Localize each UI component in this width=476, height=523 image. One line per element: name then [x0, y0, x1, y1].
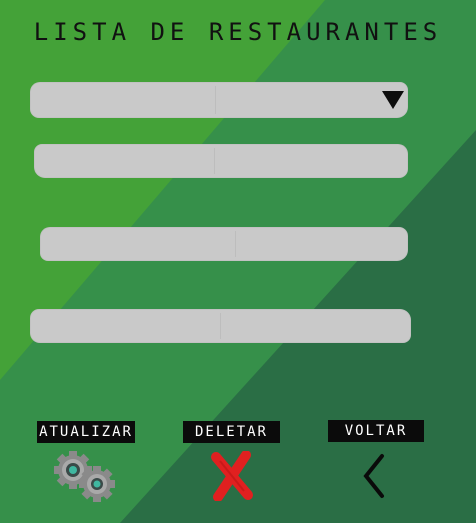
gears-icon[interactable]	[53, 451, 119, 507]
x-cross-icon[interactable]	[210, 450, 254, 505]
text-field-4[interactable]	[30, 309, 411, 343]
text-field-2[interactable]	[34, 144, 408, 178]
update-action[interactable]: ATUALIZAR	[37, 421, 135, 507]
delete-button[interactable]: DELETAR	[183, 421, 280, 443]
back-button[interactable]: VOLTAR	[328, 420, 424, 442]
text-input-4[interactable]	[40, 309, 381, 343]
restaurant-select[interactable]	[30, 82, 408, 118]
delete-action[interactable]: DELETAR	[183, 421, 280, 505]
update-button[interactable]: ATUALIZAR	[37, 421, 135, 443]
text-input-3[interactable]	[50, 227, 378, 261]
triangle-down-icon[interactable]	[382, 91, 404, 109]
page-title: LISTA DE RESTAURANTES	[33, 18, 443, 46]
text-input-2[interactable]	[44, 144, 378, 178]
text-field-3[interactable]	[40, 227, 408, 261]
chevron-left-icon[interactable]	[358, 452, 394, 504]
back-action[interactable]: VOLTAR	[328, 420, 424, 504]
